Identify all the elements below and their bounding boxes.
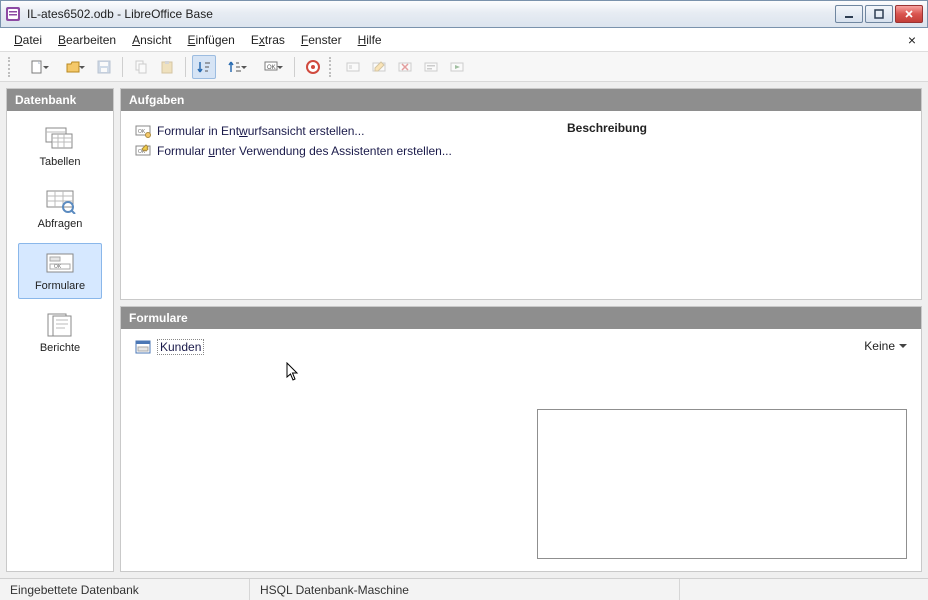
reports-icon [44,312,76,338]
sidebar-title: Datenbank [7,89,113,111]
menu-ansicht[interactable]: Ansicht [124,31,179,49]
forms-panel: Formulare Kunden Keine [120,306,922,572]
window-title: IL-ates6502.odb - LibreOffice Base [27,7,835,21]
form-item-icon [135,339,151,355]
window-buttons [835,5,923,23]
database-sidebar: Datenbank Tabellen Abfragen OK Formulare… [6,88,114,572]
sidebar-item-label: Abfragen [38,218,83,230]
sidebar-item-formulare[interactable]: OK Formulare [18,243,102,299]
list-item-label: Kunden [157,339,204,355]
form-rename-icon[interactable] [419,55,443,79]
status-cell-embedded: Eingebettete Datenbank [0,579,250,600]
form-design-icon: OK [135,123,151,139]
main-area: Aufgaben OK Formular in Entwurfsansicht … [120,88,922,572]
help-button[interactable] [301,55,325,79]
toolbar-handle-2[interactable] [329,57,333,77]
svg-text:OK: OK [54,264,62,270]
app-icon [5,6,21,22]
preview-mode-label: Keine [864,339,895,353]
save-button[interactable] [92,55,116,79]
toolbar: OK [0,52,928,82]
sidebar-item-abfragen[interactable]: Abfragen [18,181,102,237]
menu-bearbeiten[interactable]: Bearbeiten [50,31,124,49]
sidebar-item-label: Formulare [35,280,85,292]
workspace: Datenbank Tabellen Abfragen OK Formulare… [0,82,928,578]
tasks-panel: Aufgaben OK Formular in Entwurfsansicht … [120,88,922,300]
sidebar-item-label: Berichte [40,342,80,354]
menu-datei[interactable]: Datei [6,31,50,49]
forms-title: Formulare [121,307,921,329]
copy-button[interactable] [129,55,153,79]
tasks-title: Aufgaben [121,89,921,111]
close-document-button[interactable]: × [902,32,922,48]
forms-icon: OK [44,250,76,276]
task-create-form-wizard[interactable]: OK Formular unter Verwendung des Assiste… [135,141,547,161]
list-item[interactable]: Kunden [135,339,204,355]
task-label: Formular unter Verwendung des Assistente… [157,144,452,158]
form-open-icon[interactable] [341,55,365,79]
status-bar: Eingebettete Datenbank HSQL Datenbank-Ma… [0,578,928,600]
new-document-button[interactable] [20,55,54,79]
menu-fenster[interactable]: Fenster [293,31,350,49]
close-button[interactable] [895,5,923,23]
status-cell-empty [680,579,928,600]
toolbar-handle[interactable] [8,57,12,77]
form-edit-icon[interactable] [367,55,391,79]
task-create-form-design[interactable]: OK Formular in Entwurfsansicht erstellen… [135,121,547,141]
preview-mode-dropdown[interactable]: Keine [864,339,907,353]
form-new-button[interactable]: OK [254,55,288,79]
menu-bar: Datei Bearbeiten Ansicht Einfügen Extras… [0,28,928,52]
queries-icon [44,188,76,214]
window-titlebar: IL-ates6502.odb - LibreOffice Base [0,0,928,28]
svg-text:OK: OK [267,65,276,71]
preview-box [537,409,907,559]
sidebar-item-label: Tabellen [40,156,81,168]
minimize-button[interactable] [835,5,863,23]
menu-hilfe[interactable]: Hilfe [350,31,390,49]
menu-extras[interactable]: Extras [243,31,293,49]
form-run-icon[interactable] [445,55,469,79]
form-wizard-icon: OK [135,143,151,159]
svg-text:OK: OK [138,129,146,135]
paste-button[interactable] [155,55,179,79]
open-document-button[interactable] [56,55,90,79]
tables-icon [44,126,76,152]
description-heading: Beschreibung [567,121,907,135]
sidebar-item-tabellen[interactable]: Tabellen [18,119,102,175]
form-delete-icon[interactable] [393,55,417,79]
task-label: Formular in Entwurfsansicht erstellen... [157,124,364,138]
menu-einfuegen[interactable]: Einfügen [179,31,242,49]
status-cell-engine: HSQL Datenbank-Maschine [250,579,680,600]
sort-ascending-button[interactable] [192,55,216,79]
maximize-button[interactable] [865,5,893,23]
sort-descending-button[interactable] [218,55,252,79]
sidebar-item-berichte[interactable]: Berichte [18,305,102,361]
